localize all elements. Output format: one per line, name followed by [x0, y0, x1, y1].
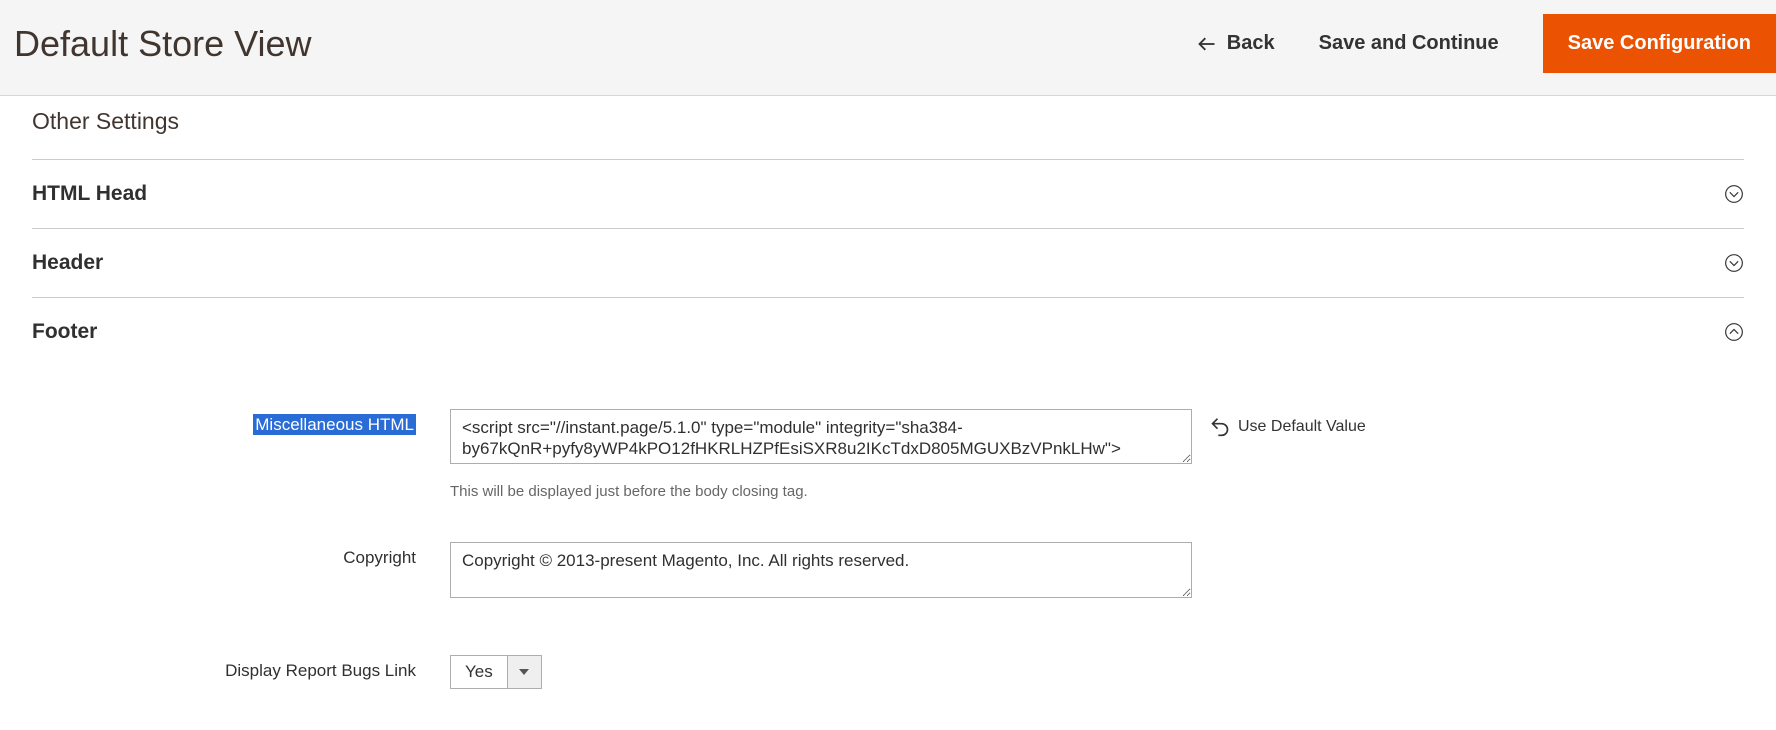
- misc-html-hint: This will be displayed just before the b…: [450, 469, 1192, 530]
- accordion-html-head[interactable]: HTML Head: [32, 159, 1744, 228]
- misc-html-label: Miscellaneous HTML: [32, 409, 450, 435]
- back-button[interactable]: Back: [1197, 32, 1275, 55]
- back-button-label: Back: [1227, 32, 1275, 55]
- section-heading: Other Settings: [32, 96, 1744, 159]
- copyright-label: Copyright: [32, 542, 450, 568]
- save-configuration-button[interactable]: Save Configuration: [1543, 14, 1776, 73]
- misc-html-textarea[interactable]: [450, 409, 1192, 464]
- accordion-html-head-label: HTML Head: [32, 182, 147, 206]
- save-continue-button[interactable]: Save and Continue: [1319, 32, 1499, 55]
- bugs-link-row: Display Report Bugs Link Yes: [32, 655, 1744, 701]
- bugs-link-select-value: Yes: [450, 655, 508, 689]
- content: Other Settings HTML Head Header Footer M…: [0, 96, 1776, 701]
- page-header: Default Store View Back Save and Continu…: [0, 0, 1776, 96]
- copyright-textarea[interactable]: [450, 542, 1192, 598]
- accordion-header[interactable]: Header: [32, 228, 1744, 297]
- arrow-left-icon: [1197, 34, 1217, 54]
- chevron-down-circle-icon: [1724, 184, 1744, 204]
- chevron-down-circle-icon: [1724, 253, 1744, 273]
- undo-icon: [1210, 417, 1230, 437]
- misc-html-row: Miscellaneous HTML This will be displaye…: [32, 409, 1744, 542]
- chevron-up-circle-icon: [1724, 322, 1744, 342]
- bugs-link-label: Display Report Bugs Link: [32, 655, 450, 681]
- page-title: Default Store View: [14, 23, 312, 65]
- copyright-row: Copyright: [32, 542, 1744, 655]
- accordion-footer-label: Footer: [32, 320, 97, 344]
- accordion-header-label: Header: [32, 251, 103, 275]
- bugs-link-select-toggle[interactable]: [508, 655, 542, 689]
- bugs-link-select[interactable]: Yes: [450, 655, 542, 689]
- accordion-footer[interactable]: Footer: [32, 297, 1744, 367]
- footer-form: Miscellaneous HTML This will be displaye…: [32, 367, 1744, 701]
- header-actions: Back Save and Continue Save Configuratio…: [1197, 14, 1776, 73]
- use-default-value-label: Use Default Value: [1238, 418, 1366, 436]
- use-default-value[interactable]: Use Default Value: [1192, 409, 1366, 437]
- caret-down-icon: [519, 667, 529, 677]
